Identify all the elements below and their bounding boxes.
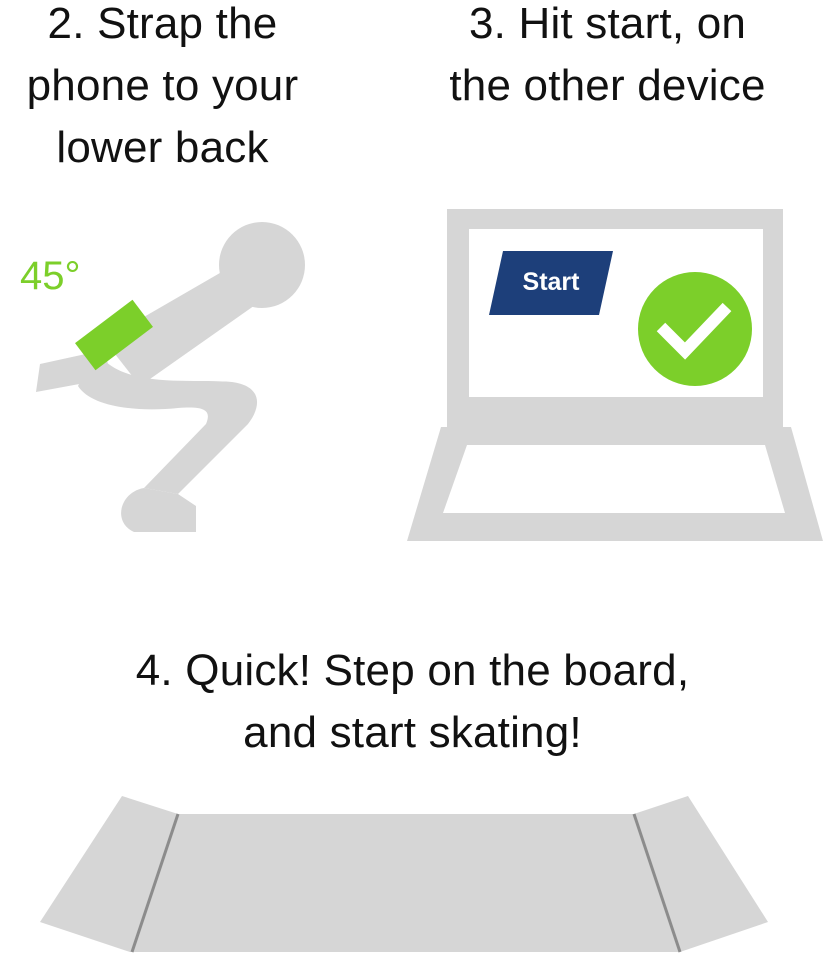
step-2-line-3: lower back <box>56 123 269 172</box>
step-2-title: 2. Strap the phone to your lower back <box>0 0 325 179</box>
step-3-line-2: the other device <box>449 61 766 110</box>
start-button-label: Start <box>523 268 581 296</box>
figure-shin <box>144 424 248 494</box>
figure-foot <box>121 488 196 532</box>
step-2-line-2: phone to your <box>26 61 299 110</box>
laptop-icon: Start <box>407 209 823 541</box>
step-3-line-1: 3. Hit start, on <box>468 0 747 48</box>
instructions-diagram: 2. Strap the phone to your lower back 3.… <box>0 0 825 954</box>
step-3-title: 3. Hit start, on the other device <box>400 0 815 117</box>
checkmark-icon <box>638 272 752 386</box>
angle-label: 45° <box>20 254 81 298</box>
step-4-title: 4. Quick! Step on the board, and start s… <box>0 640 825 764</box>
step-2-line-1: 2. Strap the <box>47 0 278 48</box>
skateboard-icon <box>40 796 768 953</box>
step-4-line-2: and start skating! <box>243 708 582 757</box>
step-4-line-1: 4. Quick! Step on the board, <box>135 646 690 695</box>
start-button[interactable]: Start <box>489 251 613 315</box>
skateboard-deck <box>40 796 768 952</box>
laptop-keyboard <box>443 445 785 513</box>
